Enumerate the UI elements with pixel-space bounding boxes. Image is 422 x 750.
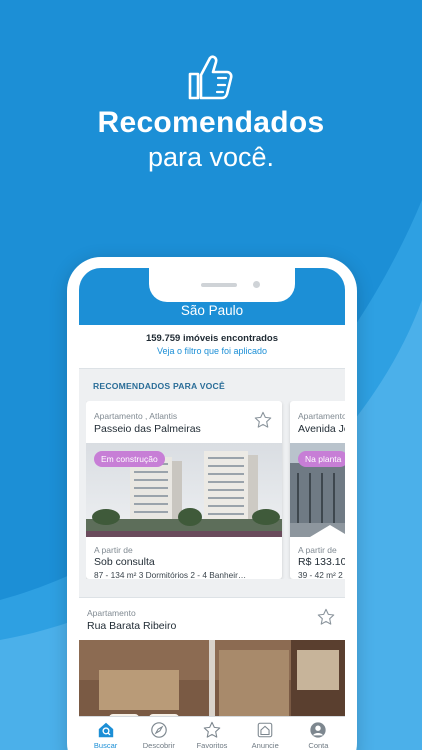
results-count: 159.759 imóveis encontrados (145, 333, 278, 344)
hero-title: Recomendados (97, 106, 325, 139)
thumbs-up-icon (188, 55, 233, 100)
tab-buscar[interactable]: Buscar (79, 717, 132, 750)
tab-label: Favoritos (196, 741, 228, 750)
status-badge: Na planta (298, 451, 345, 467)
property-card[interactable]: Apartamento , Atlantis Passeio das Palme… (86, 401, 282, 579)
tab-favoritos[interactable]: Favoritos (185, 717, 238, 750)
results-summary: 159.759 imóveis encontrados Veja o filtr… (79, 325, 345, 369)
app-screen: São Paulo 159.759 imóveis encontrados Ve… (79, 268, 345, 750)
recommended-carousel[interactable]: Apartamento , Atlantis Passeio das Palme… (86, 401, 345, 579)
price-from-label: A partir de (94, 545, 133, 555)
city-title[interactable]: São Paulo (181, 303, 243, 318)
property-specs: 39 - 42 m² 2 (298, 570, 343, 579)
tab-label: Conta (308, 741, 329, 750)
property-card[interactable]: Apartamento Avenida Jo Na planta A parti… (290, 401, 345, 579)
compass-icon (151, 722, 167, 738)
tab-descobrir[interactable]: Descobrir (132, 717, 185, 750)
tab-label: Buscar (93, 741, 118, 750)
hero-subtitle: para você. (147, 142, 275, 172)
section-title: RECOMENDADOS PARA VOCÊ (93, 381, 225, 391)
user-icon (310, 722, 327, 738)
favorite-star-icon[interactable] (317, 608, 335, 626)
bottom-tab-bar: Buscar Descobrir Favoritos Anuncie Conta (79, 716, 345, 750)
tab-label: Descobrir (142, 741, 175, 750)
property-name: Avenida Jo (298, 423, 345, 435)
status-badge: Em construção (94, 451, 165, 467)
star-icon (203, 721, 221, 738)
property-type: Apartamento (87, 608, 136, 618)
house-icon (257, 722, 273, 738)
property-specs: 87 - 134 m² 3 Dormitórios 2 - 4 Banheir… (94, 570, 247, 579)
property-type: Apartamento , Atlantis (94, 411, 178, 421)
property-price: R$ 133.100 (298, 556, 345, 568)
filter-link[interactable]: Veja o filtro que foi aplicado (79, 346, 345, 356)
phone-speaker (201, 283, 237, 287)
property-name: Passeio das Palmeiras (94, 423, 201, 435)
price-from-label: A partir de (298, 545, 337, 555)
tab-anuncie[interactable]: Anuncie (239, 717, 292, 750)
phone-frame: São Paulo 159.759 imóveis encontrados Ve… (67, 257, 357, 750)
property-name: Rua Barata Ribeiro (87, 620, 177, 632)
property-price: Sob consulta (94, 556, 155, 568)
tab-conta[interactable]: Conta (292, 717, 345, 750)
home-search-icon (98, 722, 113, 738)
tab-label: Anuncie (251, 741, 279, 750)
phone-camera (253, 281, 260, 288)
property-type: Apartamento (298, 411, 345, 421)
favorite-star-icon[interactable] (254, 411, 272, 429)
